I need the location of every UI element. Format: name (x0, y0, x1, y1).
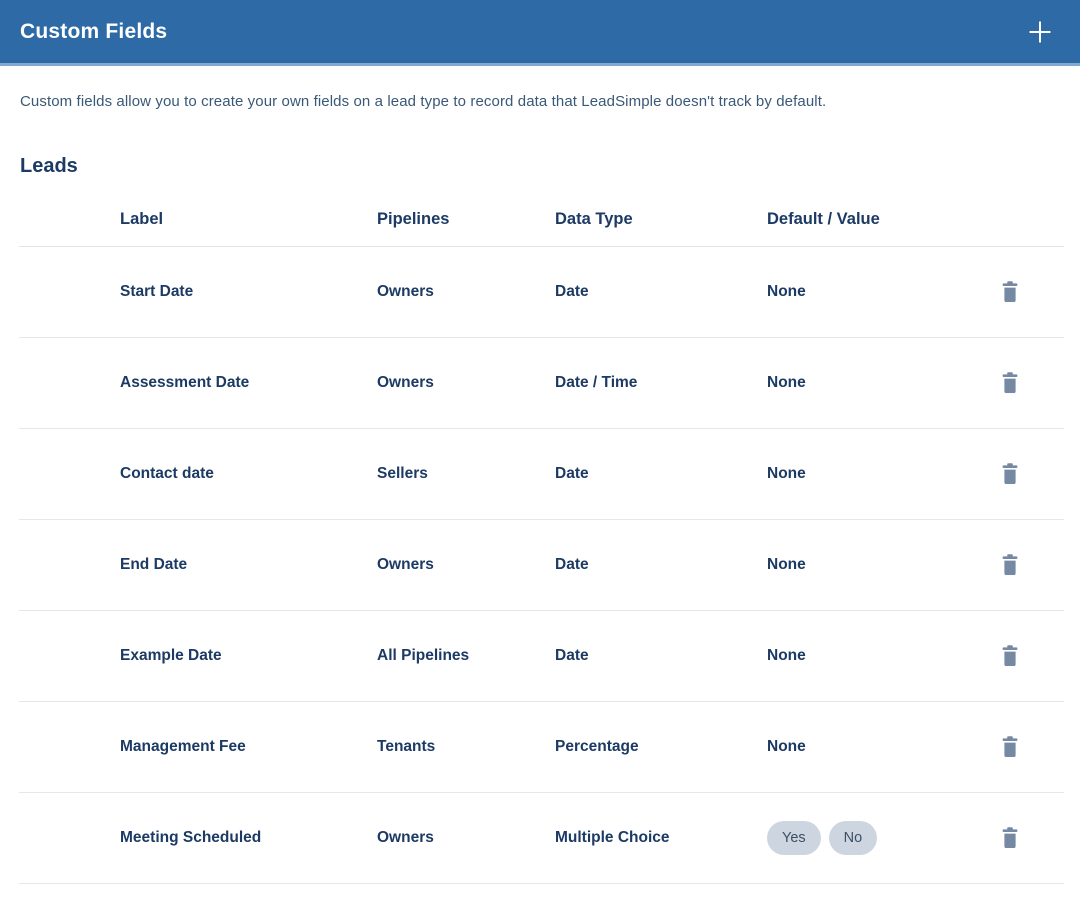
trash-icon (1000, 462, 1020, 486)
row-pipelines: Owners (377, 556, 555, 574)
delete-row-button[interactable] (1000, 644, 1020, 668)
page-title: Custom Fields (20, 20, 167, 44)
row-data-type: Date / Time (555, 374, 767, 392)
delete-row-button[interactable] (1000, 735, 1020, 759)
delete-row-button[interactable] (1000, 553, 1020, 577)
table-header-row: Label Pipelines Data Type Default / Valu… (19, 178, 1064, 247)
row-label: Start Date (120, 283, 377, 301)
row-label: Management Fee (120, 738, 377, 756)
trash-icon (1000, 826, 1020, 850)
row-label: End Date (120, 556, 377, 574)
delete-row-button[interactable] (1000, 462, 1020, 486)
row-default-value: None (767, 374, 806, 391)
row-default-value: None (767, 738, 806, 755)
row-default-value: None (767, 556, 806, 573)
column-header-label: Label (120, 210, 377, 229)
row-default-value: None (767, 283, 806, 300)
delete-row-button[interactable] (1000, 826, 1020, 850)
row-data-type: Multiple Choice (555, 829, 767, 847)
table-row: Management Fee Tenants Percentage None (19, 702, 1064, 793)
row-default-value: None (767, 647, 806, 664)
row-data-type: Date (555, 283, 767, 301)
trash-icon (1000, 371, 1020, 395)
trash-icon (1000, 735, 1020, 759)
column-header-data-type: Data Type (555, 210, 767, 229)
delete-row-button[interactable] (1000, 280, 1020, 304)
row-pipelines: Tenants (377, 738, 555, 756)
row-pipelines: Owners (377, 283, 555, 301)
choice-pills: YesNo (767, 821, 1000, 855)
add-custom-field-button[interactable] (1026, 18, 1054, 46)
delete-row-button[interactable] (1000, 371, 1020, 395)
row-pipelines: Sellers (377, 465, 555, 483)
row-data-type: Date (555, 647, 767, 665)
table-row: Example Date All Pipelines Date None (19, 611, 1064, 702)
row-pipelines: All Pipelines (377, 647, 555, 665)
appbar: Custom Fields (0, 0, 1080, 66)
row-default-value: None (767, 465, 806, 482)
column-header-pipelines: Pipelines (377, 210, 555, 229)
column-header-default-value: Default / Value (767, 210, 1000, 229)
table-row: Assessment Date Owners Date / Time None (19, 338, 1064, 429)
trash-icon (1000, 553, 1020, 577)
table-row: End Date Owners Date None (19, 520, 1064, 611)
row-data-type: Percentage (555, 738, 767, 756)
page-description: Custom fields allow you to create your o… (19, 66, 1064, 110)
table-row: Meeting Scheduled Owners Multiple Choice… (19, 793, 1064, 884)
row-data-type: Date (555, 465, 767, 483)
table-body: Start Date Owners Date None Assessment D… (19, 247, 1064, 884)
main-content: Custom fields allow you to create your o… (19, 66, 1064, 884)
row-label: Assessment Date (120, 374, 377, 392)
table-row: Start Date Owners Date None (19, 247, 1064, 338)
row-data-type: Date (555, 556, 767, 574)
section-title-leads: Leads (20, 155, 1063, 178)
row-label: Contact date (120, 465, 377, 483)
row-pipelines: Owners (377, 374, 555, 392)
table-row: Contact date Sellers Date None (19, 429, 1064, 520)
choice-pill[interactable]: No (829, 821, 878, 855)
row-label: Example Date (120, 647, 377, 665)
choice-pill[interactable]: Yes (767, 821, 821, 855)
trash-icon (1000, 644, 1020, 668)
row-label: Meeting Scheduled (120, 829, 377, 847)
row-pipelines: Owners (377, 829, 555, 847)
trash-icon (1000, 280, 1020, 304)
